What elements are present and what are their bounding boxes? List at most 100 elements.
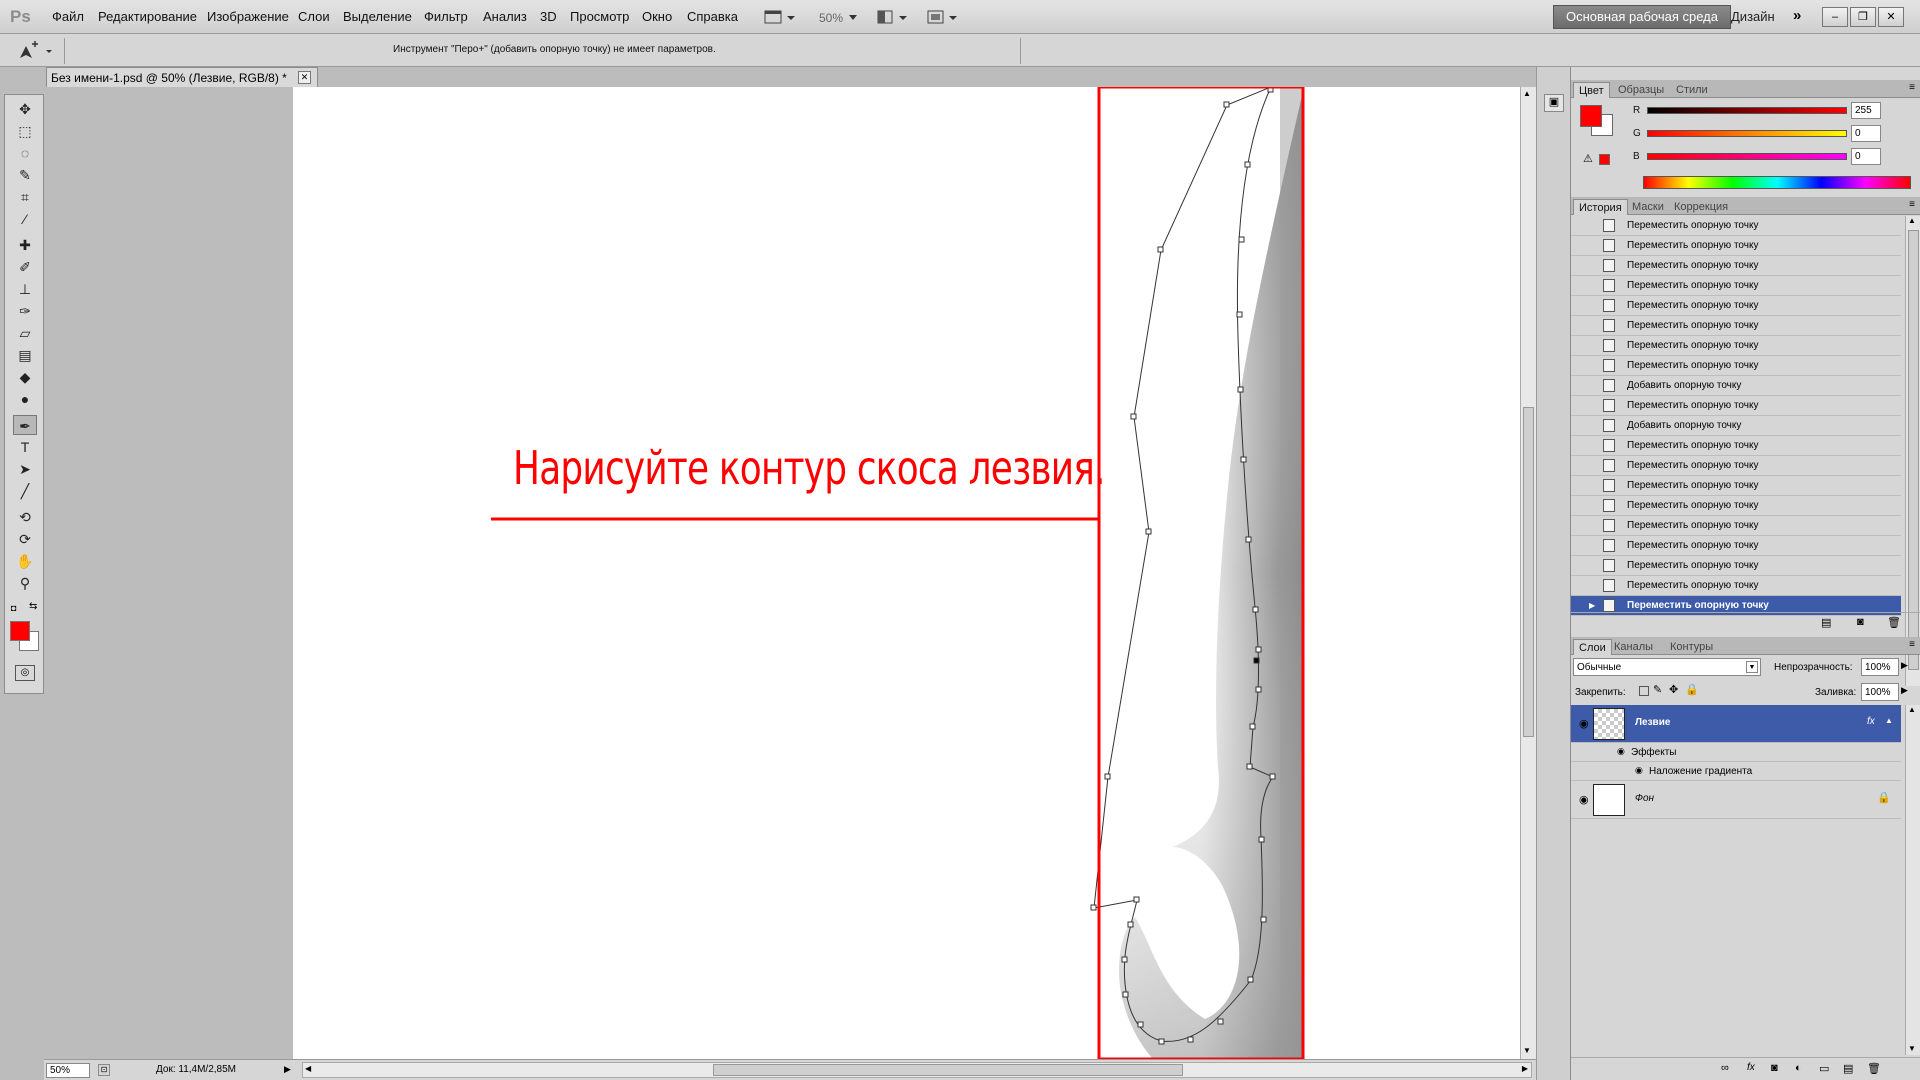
path-selection-tool-icon[interactable]: ➤: [13, 459, 37, 479]
history-item[interactable]: Переместить опорную точку: [1571, 496, 1901, 516]
quick-select-tool-icon[interactable]: ✎: [13, 165, 37, 185]
restore-button[interactable]: ❐: [1850, 7, 1876, 27]
h-scroll-thumb[interactable]: [713, 1064, 1183, 1076]
status-menu-arrow-icon[interactable]: ▶: [284, 1064, 291, 1075]
history-item[interactable]: Переместить опорную точку: [1571, 216, 1901, 236]
workspace-button[interactable]: Основная рабочая среда: [1553, 5, 1731, 29]
r-value[interactable]: 255: [1851, 102, 1881, 119]
color-spectrum-bar[interactable]: [1643, 176, 1911, 189]
layers-scrollbar[interactable]: ▲ ▼: [1905, 705, 1920, 1055]
history-item[interactable]: Переместить опорную точку: [1571, 456, 1901, 476]
hand-tool-icon[interactable]: ✋: [13, 551, 37, 571]
b-value[interactable]: 0: [1851, 148, 1881, 165]
blend-mode-select[interactable]: Обычные ▼: [1573, 658, 1761, 676]
g-value[interactable]: 0: [1851, 125, 1881, 142]
lasso-tool-icon[interactable]: ◌: [13, 143, 37, 163]
more-workspaces-icon[interactable]: »: [1793, 7, 1801, 24]
zoom-tool-icon[interactable]: ⚲: [13, 573, 37, 593]
lock-pixels-icon[interactable]: ✎: [1653, 683, 1662, 696]
quick-mask-icon[interactable]: ◎: [15, 665, 35, 681]
history-panel-icon[interactable]: ▣: [1544, 94, 1564, 112]
menu-layers[interactable]: Слои: [298, 9, 330, 24]
move-tool-icon[interactable]: ✥: [13, 99, 37, 119]
layer-fx-icon[interactable]: fx: [1867, 716, 1875, 727]
close-document-icon[interactable]: ✕: [298, 71, 311, 84]
history-item[interactable]: Переместить опорную точку: [1571, 476, 1901, 496]
tab-history[interactable]: История: [1573, 199, 1628, 215]
scroll-up-icon[interactable]: ▲: [1908, 705, 1916, 714]
menu-view[interactable]: Просмотр: [570, 9, 629, 24]
tab-layers[interactable]: Слои: [1573, 639, 1612, 655]
history-item[interactable]: Добавить опорную точку: [1571, 416, 1901, 436]
color-fg-swatch[interactable]: [1580, 105, 1602, 127]
history-item[interactable]: Переместить опорную точку: [1571, 536, 1901, 556]
history-item[interactable]: Переместить опорную точку: [1571, 516, 1901, 536]
status-options-icon[interactable]: ⊡: [98, 1064, 110, 1076]
history-item[interactable]: Переместить опорную точку: [1571, 316, 1901, 336]
arrange-documents-button[interactable]: [874, 6, 912, 28]
layer-effects-row[interactable]: ◉ Эффекты: [1571, 743, 1901, 762]
foreground-color-swatch[interactable]: [10, 621, 30, 641]
panel-menu-icon[interactable]: ≡: [1909, 82, 1915, 93]
healing-brush-tool-icon[interactable]: ✚: [13, 235, 37, 255]
menu-select[interactable]: Выделение: [343, 9, 412, 24]
add-mask-icon[interactable]: ◙: [1771, 1062, 1778, 1074]
status-zoom-field[interactable]: 50%: [46, 1063, 90, 1078]
history-item[interactable]: Переместить опорную точку: [1571, 236, 1901, 256]
trash-icon[interactable]: 🗑: [1867, 1062, 1881, 1075]
menu-filter[interactable]: Фильтр: [424, 9, 468, 24]
opacity-arrow-icon[interactable]: ▶: [1901, 660, 1908, 671]
tab-color[interactable]: Цвет: [1573, 82, 1610, 98]
marquee-tool-icon[interactable]: ⬚: [13, 121, 37, 141]
scroll-down-icon[interactable]: ▼: [1908, 1044, 1916, 1053]
trash-icon[interactable]: 🗑: [1887, 616, 1901, 629]
document-tab[interactable]: Без имени-1.psd @ 50% (Лезвие, RGB/8) * …: [46, 67, 318, 87]
scroll-right-icon[interactable]: ▶: [1522, 1064, 1528, 1073]
panel-menu-icon[interactable]: ≡: [1909, 639, 1915, 650]
history-item[interactable]: Переместить опорную точку: [1571, 576, 1901, 596]
brush-tool-icon[interactable]: ✐: [13, 257, 37, 277]
history-item[interactable]: Переместить опорную точку: [1571, 396, 1901, 416]
new-document-from-state-icon[interactable]: ▤: [1821, 616, 1831, 629]
crop-tool-icon[interactable]: ⌗: [13, 187, 37, 207]
eye-icon[interactable]: ◉: [1579, 793, 1589, 806]
minimize-button[interactable]: –: [1822, 7, 1848, 27]
history-brush-tool-icon[interactable]: ✑: [13, 301, 37, 321]
layer-row-background[interactable]: ◉ Фон 🔒: [1571, 781, 1901, 819]
tool-preset-picker[interactable]: [12, 40, 56, 62]
link-layers-icon[interactable]: ∞: [1721, 1062, 1729, 1074]
tab-paths[interactable]: Контуры: [1665, 639, 1718, 655]
tab-adjustments[interactable]: Коррекция: [1669, 199, 1733, 215]
opacity-field[interactable]: 100%: [1861, 658, 1899, 676]
line-tool-icon[interactable]: ╱: [13, 481, 37, 501]
b-slider[interactable]: [1647, 153, 1847, 160]
menu-window[interactable]: Окно: [642, 9, 672, 24]
eraser-tool-icon[interactable]: ▱: [13, 323, 37, 343]
tab-swatches[interactable]: Образцы: [1613, 82, 1669, 98]
tab-styles[interactable]: Стили: [1671, 82, 1713, 98]
scroll-left-icon[interactable]: ◀: [305, 1064, 311, 1073]
type-tool-icon[interactable]: T: [13, 437, 37, 457]
screen-layout-button[interactable]: [762, 6, 798, 28]
eyedropper-tool-icon[interactable]: ⁄: [13, 209, 37, 229]
gamut-warning-icon[interactable]: ⚠: [1583, 152, 1593, 165]
scroll-up-icon[interactable]: ▲: [1523, 89, 1531, 98]
tab-channels[interactable]: Каналы: [1609, 639, 1658, 655]
lock-transparency-icon[interactable]: [1639, 686, 1649, 696]
history-item[interactable]: Переместить опорную точку: [1571, 336, 1901, 356]
layer-effect-gradient-row[interactable]: ◉ Наложение градиента: [1571, 762, 1901, 781]
menu-help[interactable]: Справка: [687, 9, 738, 24]
3d-rotate-tool-icon[interactable]: ⟲: [13, 507, 37, 527]
history-item[interactable]: Переместить опорную точку: [1571, 356, 1901, 376]
adjustment-layer-icon[interactable]: ◐: [1795, 1062, 1802, 1074]
menu-3d[interactable]: 3D: [540, 9, 557, 24]
new-layer-icon[interactable]: ▤: [1843, 1062, 1853, 1075]
default-colors-icon[interactable]: ◘: [11, 603, 16, 613]
r-slider[interactable]: [1647, 107, 1847, 114]
vertical-scrollbar[interactable]: ▲ ▼: [1520, 87, 1536, 1059]
fill-arrow-icon[interactable]: ▶: [1901, 685, 1908, 696]
scroll-down-icon[interactable]: ▼: [1523, 1046, 1531, 1055]
screen-mode-button[interactable]: [924, 6, 962, 28]
history-item[interactable]: Переместить опорную точку: [1571, 256, 1901, 276]
collapse-effects-icon[interactable]: ▲: [1885, 716, 1893, 725]
